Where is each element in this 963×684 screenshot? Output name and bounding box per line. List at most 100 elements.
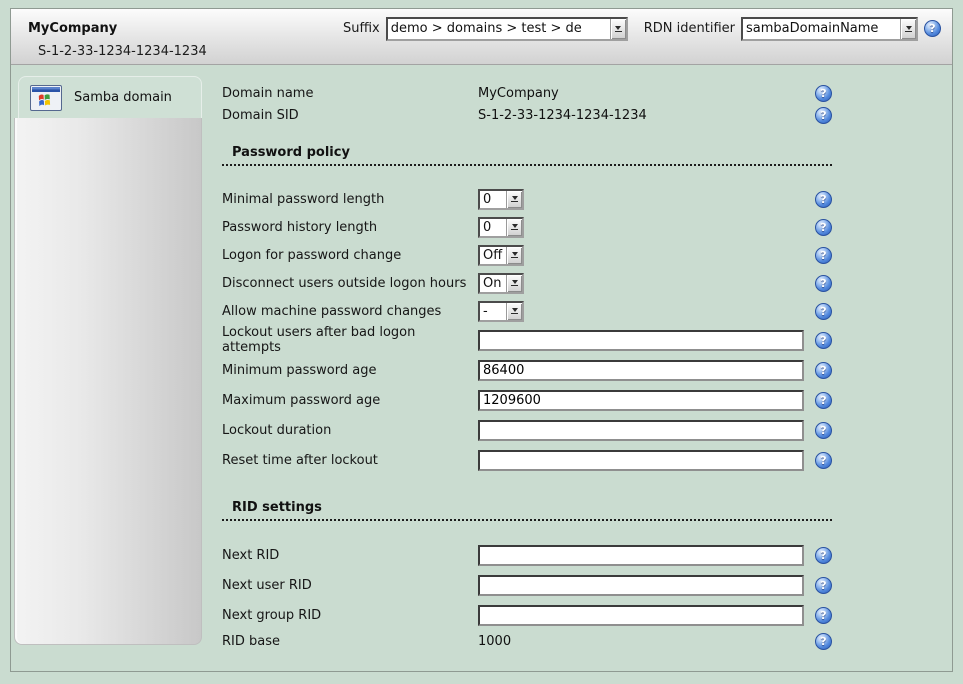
domain-sid-subtitle: S-1-2-33-1234-1234-1234 <box>28 42 941 64</box>
dropdown-arrow-icon <box>900 19 916 39</box>
rid-base-value: 1000 <box>478 634 808 649</box>
form-row: Next group RID? <box>222 600 832 630</box>
next-user-rid-label: Next user RID <box>222 578 478 593</box>
help-icon[interactable]: ? <box>815 85 832 102</box>
help-icon[interactable]: ? <box>815 547 832 564</box>
help-icon[interactable]: ? <box>815 219 832 236</box>
module-sidebar: Samba domain <box>14 76 202 645</box>
help-icon[interactable]: ? <box>815 107 832 124</box>
form-row: Disconnect users outside logon hoursOn? <box>222 269 832 297</box>
suffix-label: Suffix <box>343 21 380 36</box>
domain-sid-label: Domain SID <box>222 108 478 123</box>
disconnect-users-outside-logon-hours-label: Disconnect users outside logon hours <box>222 276 478 291</box>
reset-time-after-lockout-input[interactable] <box>478 450 804 471</box>
tab-samba-domain[interactable]: Samba domain <box>18 76 202 118</box>
minimal-password-length-label: Minimal password length <box>222 192 478 207</box>
info-row: Domain SID S-1-2-33-1234-1234-1234 ? <box>222 104 832 126</box>
sidebar-panel <box>14 118 202 645</box>
password-history-length-selected-value: 0 <box>480 219 506 236</box>
form-section: Password policy Minimal password length0… <box>222 145 832 475</box>
dropdown-arrow-icon <box>506 191 522 208</box>
rid-base-label: RID base <box>222 634 478 649</box>
password-history-length-select[interactable]: 0 <box>478 217 524 238</box>
section-rows: Next RID?Next user RID?Next group RID?RI… <box>222 540 832 652</box>
allow-machine-password-changes-selected-value: - <box>480 303 506 320</box>
form-row: RID base1000? <box>222 630 832 652</box>
maximum-password-age-label: Maximum password age <box>222 393 478 408</box>
form-row: Next RID? <box>222 540 832 570</box>
next-group-rid-input[interactable] <box>478 605 804 626</box>
minimal-password-length-select[interactable]: 0 <box>478 189 524 210</box>
help-icon[interactable]: ? <box>815 191 832 208</box>
minimum-password-age-label: Minimum password age <box>222 363 478 378</box>
logon-for-password-change-select[interactable]: Off <box>478 245 524 266</box>
allow-machine-password-changes-label: Allow machine password changes <box>222 304 478 319</box>
next-group-rid-label: Next group RID <box>222 608 478 623</box>
dropdown-arrow-icon <box>506 303 522 320</box>
allow-machine-password-changes-select[interactable]: - <box>478 301 524 322</box>
lockout-users-after-bad-logon-attempts-label: Lockout users after bad logon attempts <box>222 325 478 355</box>
help-icon[interactable]: ? <box>815 392 832 409</box>
form-content: Domain name MyCompany ? Domain SID S-1-2… <box>222 82 832 652</box>
form-section: RID settings Next RID?Next user RID?Next… <box>222 500 832 652</box>
lockout-users-after-bad-logon-attempts-input[interactable] <box>478 330 804 351</box>
tab-samba-domain-label: Samba domain <box>74 90 172 105</box>
form-row: Maximum password age? <box>222 385 832 415</box>
suffix-select[interactable]: demo > domains > test > de <box>386 17 628 41</box>
dropdown-arrow-icon <box>506 275 522 292</box>
help-icon[interactable]: ? <box>815 452 832 469</box>
form-row: Lockout duration? <box>222 415 832 445</box>
section-title: RID settings <box>222 500 832 521</box>
help-icon[interactable]: ? <box>815 607 832 624</box>
logon-for-password-change-label: Logon for password change <box>222 248 478 263</box>
form-row: Reset time after lockout? <box>222 445 832 475</box>
rdn-identifier-label: RDN identifier <box>644 21 735 36</box>
minimal-password-length-selected-value: 0 <box>480 191 506 208</box>
page-title: MyCompany <box>28 21 117 36</box>
help-icon[interactable]: ? <box>815 422 832 439</box>
header-bar: MyCompany Suffix demo > domains > test >… <box>11 9 952 65</box>
next-user-rid-input[interactable] <box>478 575 804 596</box>
help-icon[interactable]: ? <box>815 332 832 349</box>
section-rows: Minimal password length0?Password histor… <box>222 185 832 475</box>
help-icon[interactable]: ? <box>815 247 832 264</box>
main-window: MyCompany Suffix demo > domains > test >… <box>10 8 953 672</box>
reset-time-after-lockout-label: Reset time after lockout <box>222 453 478 468</box>
section-title: Password policy <box>222 145 832 166</box>
help-icon[interactable]: ? <box>815 362 832 379</box>
windows-logo-icon <box>30 85 62 111</box>
help-icon[interactable]: ? <box>815 275 832 292</box>
password-history-length-label: Password history length <box>222 220 478 235</box>
dropdown-arrow-icon <box>610 19 626 39</box>
minimum-password-age-input[interactable] <box>478 360 804 381</box>
help-icon[interactable]: ? <box>924 20 941 37</box>
form-row: Logon for password changeOff? <box>222 241 832 269</box>
help-icon[interactable]: ? <box>815 303 832 320</box>
next-rid-input[interactable] <box>478 545 804 566</box>
form-row: Next user RID? <box>222 570 832 600</box>
domain-name-value: MyCompany <box>478 86 808 101</box>
form-row: Minimum password age? <box>222 355 832 385</box>
lockout-duration-label: Lockout duration <box>222 423 478 438</box>
disconnect-users-outside-logon-hours-select[interactable]: On <box>478 273 524 294</box>
info-row: Domain name MyCompany ? <box>222 82 832 104</box>
help-icon[interactable]: ? <box>815 633 832 650</box>
rdn-selected-value: sambaDomainName <box>743 19 900 39</box>
domain-name-label: Domain name <box>222 86 478 101</box>
dropdown-arrow-icon <box>506 247 522 264</box>
form-row: Allow machine password changes-? <box>222 297 832 325</box>
dropdown-arrow-icon <box>506 219 522 236</box>
disconnect-users-outside-logon-hours-selected-value: On <box>480 275 506 292</box>
help-icon[interactable]: ? <box>815 577 832 594</box>
form-row: Minimal password length0? <box>222 185 832 213</box>
next-rid-label: Next RID <box>222 548 478 563</box>
logon-for-password-change-selected-value: Off <box>480 247 506 264</box>
suffix-selected-value: demo > domains > test > de <box>388 19 610 39</box>
sections: Password policy Minimal password length0… <box>222 145 832 652</box>
rdn-identifier-select[interactable]: sambaDomainName <box>741 17 918 41</box>
lockout-duration-input[interactable] <box>478 420 804 441</box>
domain-sid-value: S-1-2-33-1234-1234-1234 <box>478 108 808 123</box>
form-row: Password history length0? <box>222 213 832 241</box>
maximum-password-age-input[interactable] <box>478 390 804 411</box>
form-row: Lockout users after bad logon attempts? <box>222 325 832 355</box>
